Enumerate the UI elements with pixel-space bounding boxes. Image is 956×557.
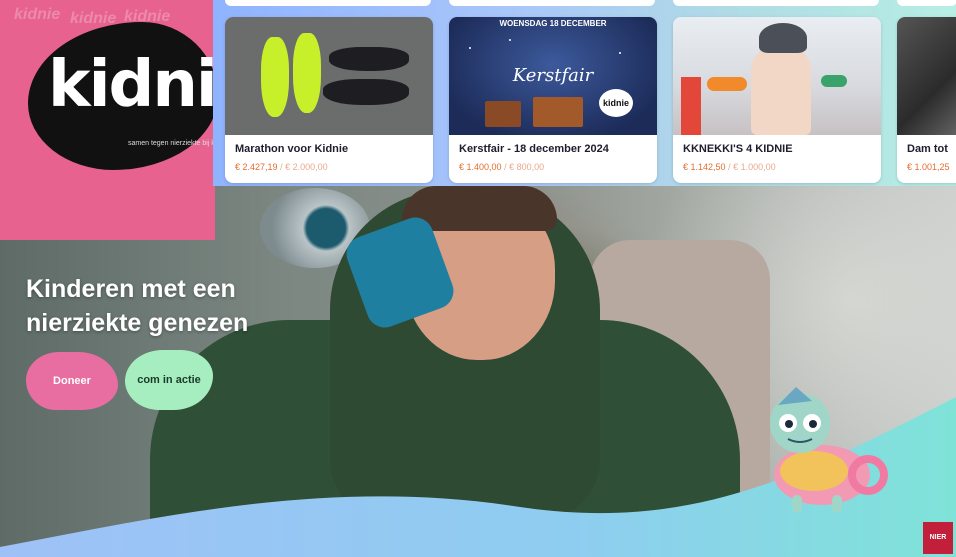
campaign-title: Dam tot (907, 143, 948, 155)
market-stall-icon (485, 101, 521, 127)
campaign-amounts: € 2.427,19 / € 2.000,00 (235, 162, 328, 172)
amount-raised: € 1.001,25 (907, 162, 950, 172)
kidnie-badge: kidnie (599, 89, 633, 117)
strip-top-edge (897, 0, 956, 6)
campaign-title: KKNEKKI'S 4 KIDNIE (683, 143, 793, 155)
strip-top-edge (673, 0, 879, 6)
partner-logo[interactable]: NIER (923, 522, 953, 554)
strip-top-edge (449, 0, 655, 6)
campaign-amounts: € 1.400,00 / € 800,00 (459, 162, 545, 172)
amount-raised: € 2.427,19 (235, 162, 278, 172)
brand-ghost-word: kidnie (14, 6, 61, 23)
amount-raised: € 1.142,50 (683, 162, 726, 172)
campaign-card[interactable]: KKNEKKI'S 4 KIDNIE € 1.142,50 / € 1.000,… (673, 17, 881, 183)
shoe (323, 79, 409, 105)
chameleon-mascot-icon (770, 387, 888, 513)
campaign-title: Marathon voor Kidnie (235, 143, 349, 155)
hero-title-line: nierziekte genezen (26, 309, 249, 337)
kerstfair-poster-image: WOENSDAG 18 DECEMBER Kerstfair kidnie (449, 17, 657, 135)
amount-goal: € 800,00 (509, 162, 545, 172)
amount-goal: € 1.000,00 (733, 162, 776, 172)
child-figure (751, 45, 811, 135)
poster-headline: WOENSDAG 18 DECEMBER (499, 19, 607, 28)
strip-top-edge (225, 0, 431, 6)
child-bracelets-image (673, 17, 881, 135)
campaign-card[interactable]: Dam tot € 1.001,25 (897, 17, 956, 183)
amount-goal: € 2.000,00 (285, 162, 328, 172)
hero-title: Kinderen met een nierziekte genezen (26, 272, 248, 340)
bracelets (821, 75, 847, 87)
shoe (329, 47, 409, 71)
shelf (681, 77, 701, 135)
shoe (261, 37, 289, 117)
hero-title-line: Kinderen met een (26, 275, 236, 303)
running-shoes-image (225, 17, 433, 135)
amount-raised: € 1.400,00 (459, 162, 502, 172)
snowflake (469, 47, 471, 49)
snowflake (619, 52, 621, 54)
child-cap (759, 23, 807, 53)
campaign-strip: Marathon voor Kidnie € 2.427,19 / € 2.00… (213, 0, 956, 186)
shoe (293, 33, 321, 113)
bracelets (707, 77, 747, 91)
poster-script-title: Kerstfair (512, 65, 594, 86)
campaign-card[interactable]: WOENSDAG 18 DECEMBER Kerstfair kidnie Ke… (449, 17, 657, 183)
market-stall-icon (533, 97, 583, 127)
campaign-amounts: € 1.001,25 (907, 162, 950, 172)
campaign-title: Kerstfair - 18 december 2024 (459, 143, 609, 155)
campaign-image (897, 17, 956, 135)
snowflake (509, 39, 511, 41)
campaign-card[interactable]: Marathon voor Kidnie € 2.427,19 / € 2.00… (225, 17, 433, 183)
campaign-amounts: € 1.142,50 / € 1.000,00 (683, 162, 776, 172)
